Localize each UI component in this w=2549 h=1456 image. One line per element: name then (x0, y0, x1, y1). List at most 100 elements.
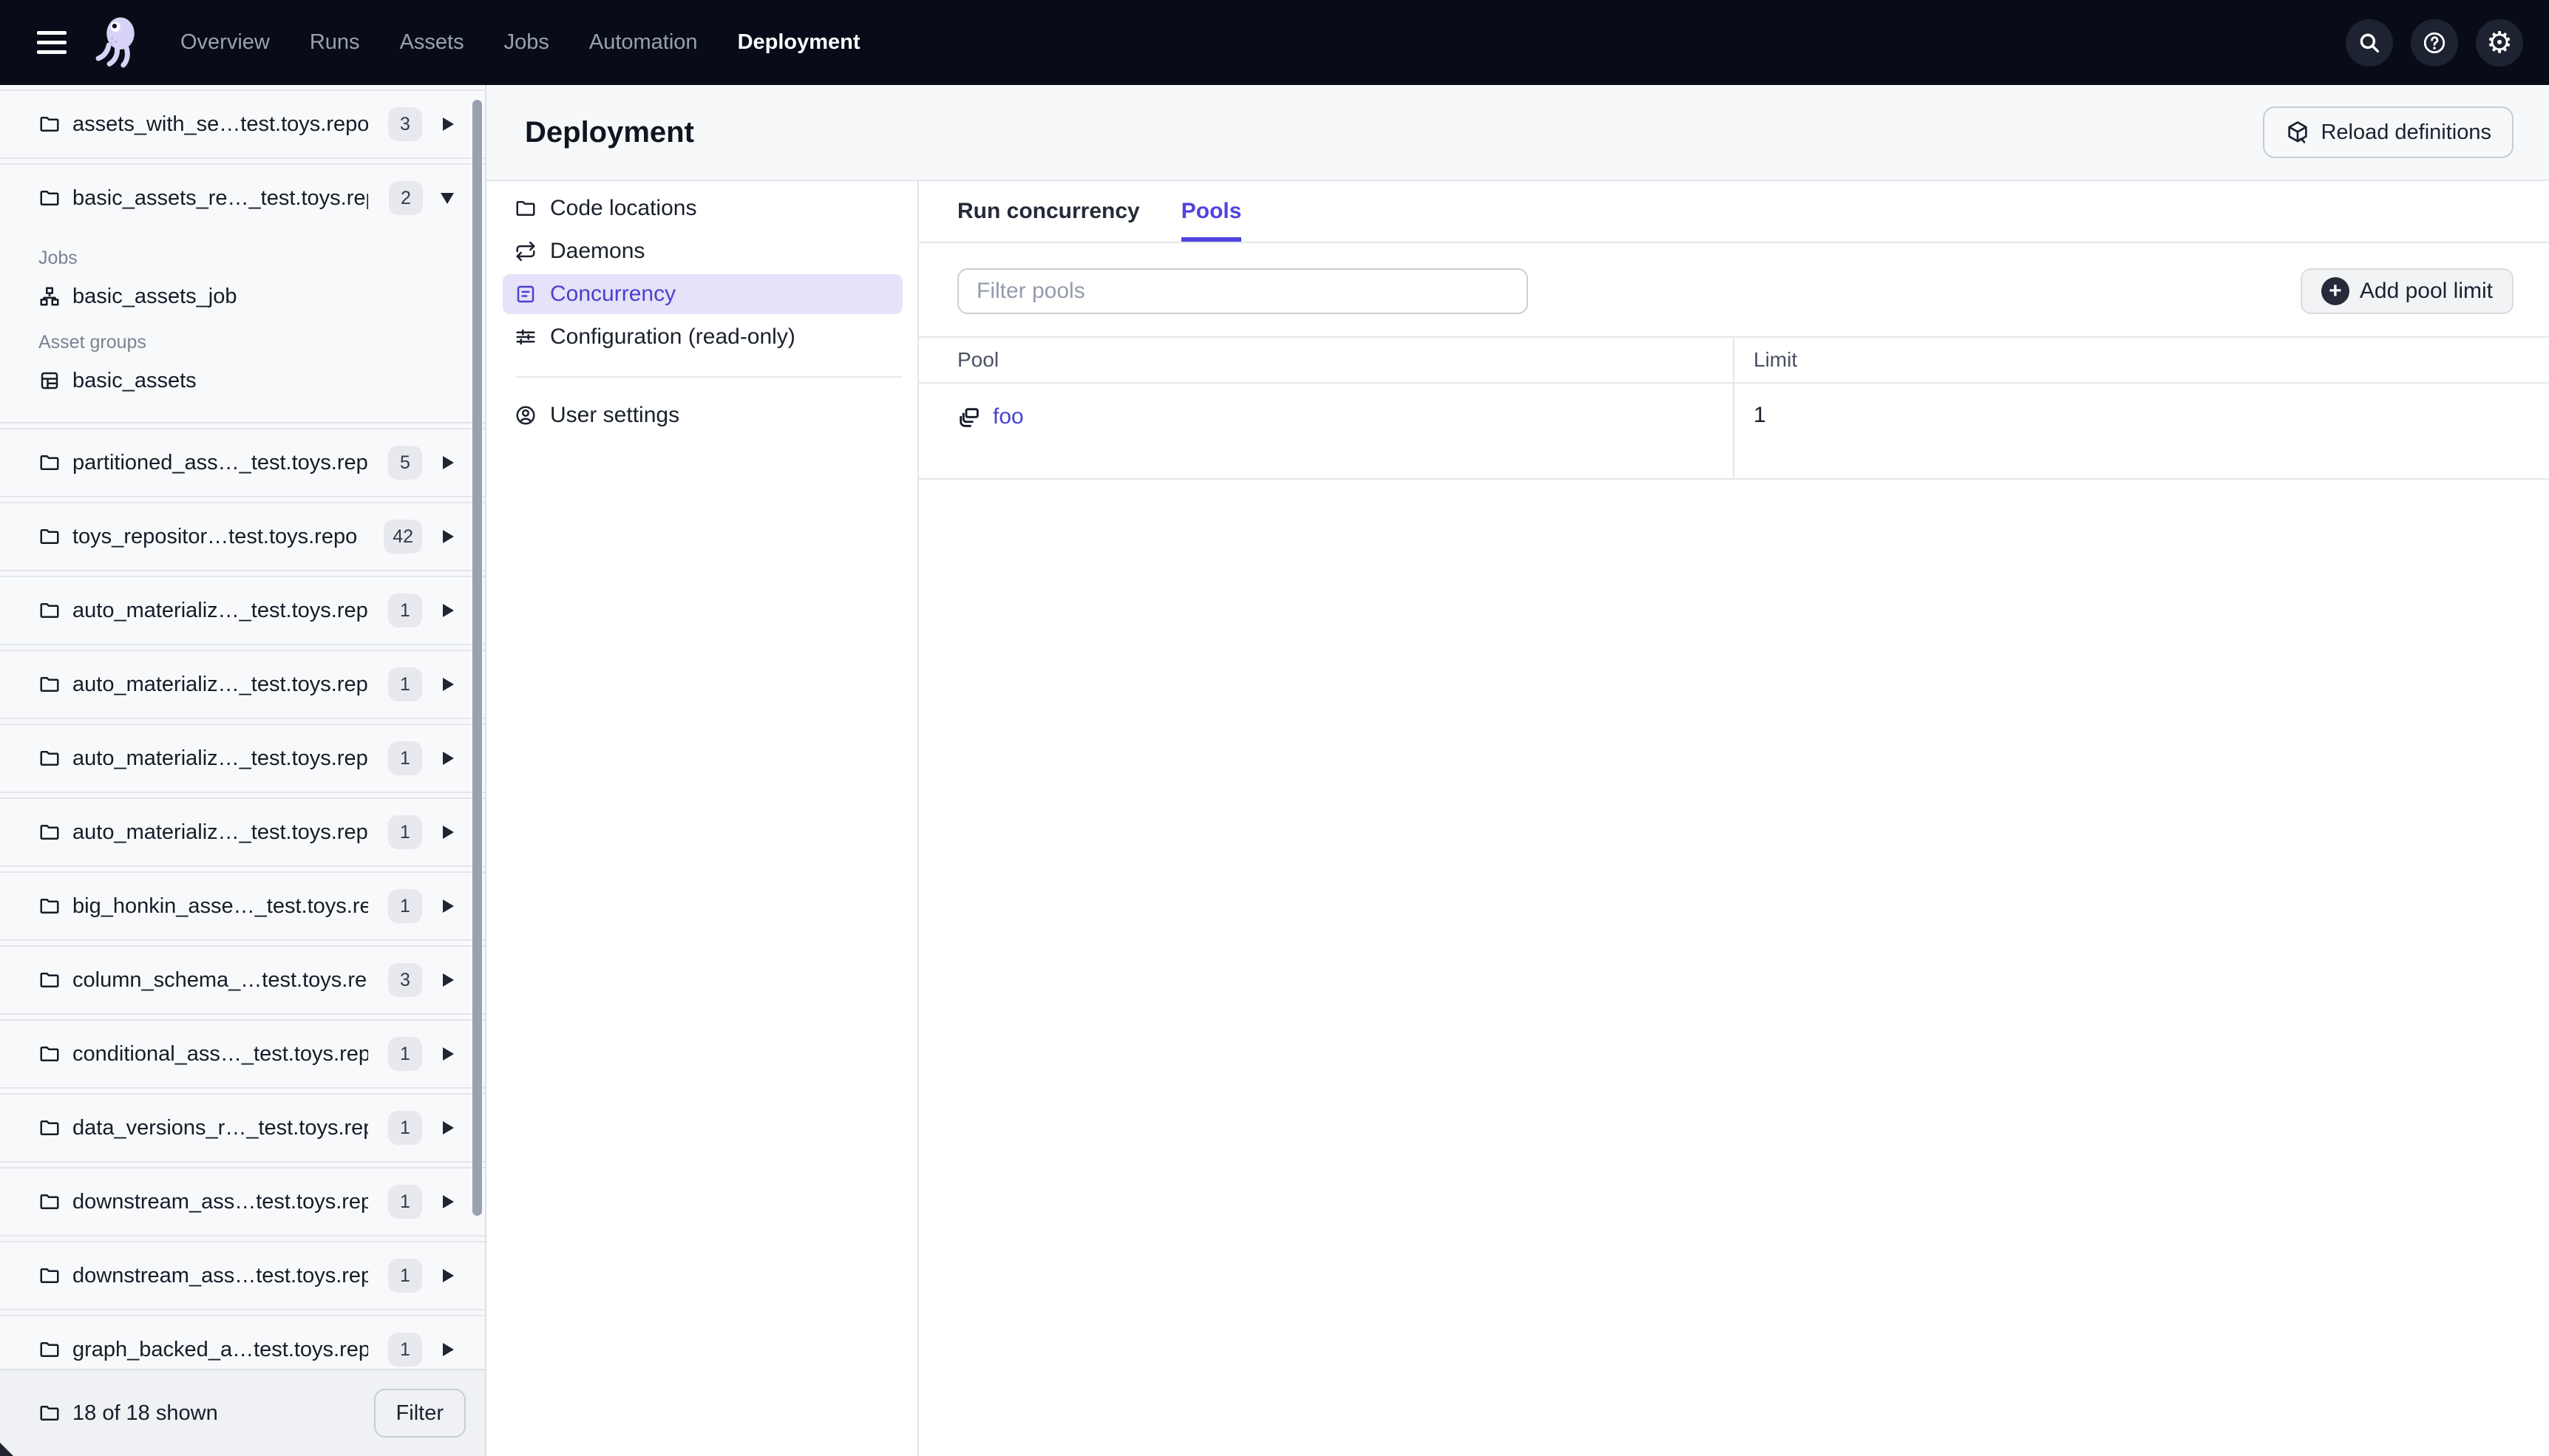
pool-cell: foo (919, 384, 1734, 478)
repo-row[interactable]: auto_materializ…_test.toys.repo 1 (0, 725, 485, 792)
pool-link-foo[interactable]: foo (993, 404, 1024, 429)
folder-icon (38, 1043, 61, 1065)
repo-row[interactable]: big_honkin_asse…_test.toys.rep 1 (0, 873, 485, 939)
chevron-right-icon[interactable] (443, 752, 454, 765)
chevron-right-icon[interactable] (443, 1269, 454, 1282)
sliders-icon (515, 326, 537, 348)
hamburger-menu-icon[interactable] (37, 31, 67, 54)
repo-row[interactable]: conditional_ass…_test.toys.repo 1 (0, 1021, 485, 1087)
asset-count-badge: 1 (388, 815, 422, 849)
folder-icon (515, 197, 537, 220)
gear-icon: ⚙ (2486, 26, 2513, 59)
repo-row[interactable]: auto_materializ…_test.toys.repo 1 (0, 651, 485, 718)
sidebar-filter-button[interactable]: Filter (373, 1389, 466, 1438)
repo-name: data_versions_r…_test.toys.rep (72, 1115, 368, 1140)
chevron-right-icon[interactable] (443, 826, 454, 839)
asset-count-badge: 1 (388, 593, 422, 627)
repo-row[interactable]: downstream_ass…test.toys.rep 1 (0, 1242, 485, 1309)
repo-row-expanded[interactable]: basic_assets_re…_test.toys.rep 2 (0, 165, 485, 231)
sidebar-scrollbar[interactable] (472, 100, 482, 1216)
chevron-right-icon[interactable] (443, 1195, 454, 1208)
repo-row[interactable]: auto_materializ…_test.toys.repo 1 (0, 577, 485, 644)
asset-count-badge: 1 (388, 1037, 422, 1071)
tab-pools[interactable]: Pools (1181, 181, 1242, 242)
repo-name: auto_materializ…_test.toys.repo (72, 746, 368, 770)
tab-run-concurrency[interactable]: Run concurrency (957, 181, 1140, 242)
help-icon (2422, 30, 2447, 55)
sidebar-resize-grip[interactable] (0, 1443, 13, 1456)
repo-row[interactable]: column_schema_…test.toys.rep 3 (0, 947, 485, 1013)
reload-cube-icon (2285, 120, 2310, 145)
chevron-right-icon[interactable] (443, 530, 454, 543)
nav-item-deployment[interactable]: Deployment (738, 30, 861, 55)
asset-group-icon (38, 370, 61, 392)
job-icon (38, 285, 61, 307)
dagster-logo[interactable] (92, 14, 145, 72)
asset-count-badge: 5 (388, 446, 422, 480)
repo-name: auto_materializ…_test.toys.repo (72, 672, 368, 696)
search-button[interactable] (2346, 18, 2393, 67)
page-title: Deployment (525, 115, 694, 149)
chevron-right-icon[interactable] (443, 118, 454, 131)
repo-row[interactable]: assets_with_se…test.toys.repo 3 (0, 91, 485, 157)
help-button[interactable] (2411, 18, 2458, 67)
folder-icon (38, 599, 61, 622)
nav-item-user-settings[interactable]: User settings (503, 395, 903, 435)
page-header: Deployment Reload definitions (486, 85, 2549, 181)
asset-count-badge: 1 (388, 667, 422, 701)
reload-definitions-button[interactable]: Reload definitions (2263, 106, 2514, 158)
repo-name: auto_materializ…_test.toys.repo (72, 598, 368, 622)
chevron-right-icon[interactable] (443, 899, 454, 913)
filter-pools-input[interactable] (957, 268, 1528, 314)
repo-row[interactable]: toys_repositor…test.toys.repo 42 (0, 503, 485, 570)
chevron-right-icon[interactable] (443, 678, 454, 691)
folder-icon (38, 113, 61, 135)
nav-item-automation[interactable]: Automation (589, 30, 698, 55)
reload-definitions-label: Reload definitions (2321, 120, 2491, 144)
nav-item-daemons[interactable]: Daemons (503, 231, 903, 271)
asset-count-badge: 2 (389, 181, 423, 215)
add-pool-limit-button[interactable]: + Add pool limit (2300, 268, 2514, 314)
nav-item-assets[interactable]: Assets (400, 30, 464, 55)
folder-icon (38, 187, 61, 209)
repo-row[interactable]: downstream_ass…test.toys.rep 1 (0, 1168, 485, 1235)
repo-name: assets_with_se…test.toys.repo (72, 112, 368, 136)
main-panel: Deployment Reload definitions Code locat… (486, 85, 2549, 1456)
repo-count-summary: 18 of 18 shown (72, 1401, 218, 1425)
nav-item-runs[interactable]: Runs (310, 30, 360, 55)
repo-row[interactable]: graph_backed_a…test.toys.repo 1 (0, 1316, 485, 1369)
settings-button[interactable]: ⚙ (2476, 18, 2523, 67)
repo-row[interactable]: data_versions_r…_test.toys.rep 1 (0, 1095, 485, 1161)
chevron-right-icon[interactable] (443, 973, 454, 987)
nav-divider (516, 376, 901, 378)
chevron-right-icon[interactable] (443, 456, 454, 469)
repo-row[interactable]: partitioned_ass…_test.toys.rep 5 (0, 429, 485, 496)
asset-group-item[interactable]: basic_assets (0, 358, 485, 403)
repo-list: assets_with_se…test.toys.repo 3 basic_as… (0, 85, 485, 1369)
chevron-right-icon[interactable] (443, 1121, 454, 1134)
nav-item-configuration[interactable]: Configuration (read-only) (503, 317, 903, 357)
chevron-right-icon[interactable] (443, 1047, 454, 1061)
repo-name: partitioned_ass…_test.toys.rep (72, 450, 368, 474)
chevron-right-icon[interactable] (443, 1343, 454, 1356)
chevron-right-icon[interactable] (443, 604, 454, 617)
main-nav: Overview Runs Assets Jobs Automation Dep… (180, 30, 861, 55)
nav-item-concurrency[interactable]: Concurrency (503, 274, 903, 314)
repo-expanded-content: Jobs basic_assets_job Asset groups basic… (0, 231, 485, 422)
repo-name: basic_assets_re…_test.toys.rep (72, 186, 368, 210)
concurrency-tabs: Run concurrency Pools (919, 181, 2549, 243)
pools-table-header: Pool Limit (919, 336, 2549, 384)
asset-count-badge: 1 (388, 1333, 422, 1367)
nav-item-code-locations[interactable]: Code locations (503, 188, 903, 228)
folder-icon (38, 525, 61, 548)
folder-icon (38, 1191, 61, 1213)
repeat-icon (515, 240, 537, 262)
asset-count-badge: 1 (388, 1185, 422, 1219)
column-header-limit: Limit (1754, 348, 1798, 371)
nav-item-overview[interactable]: Overview (180, 30, 270, 55)
job-item[interactable]: basic_assets_job (0, 274, 485, 319)
chevron-down-icon[interactable] (441, 192, 454, 204)
asset-count-badge: 1 (388, 741, 422, 775)
nav-item-jobs[interactable]: Jobs (504, 30, 549, 55)
repo-row[interactable]: auto_materializ…_test.toys.repo 1 (0, 799, 485, 865)
